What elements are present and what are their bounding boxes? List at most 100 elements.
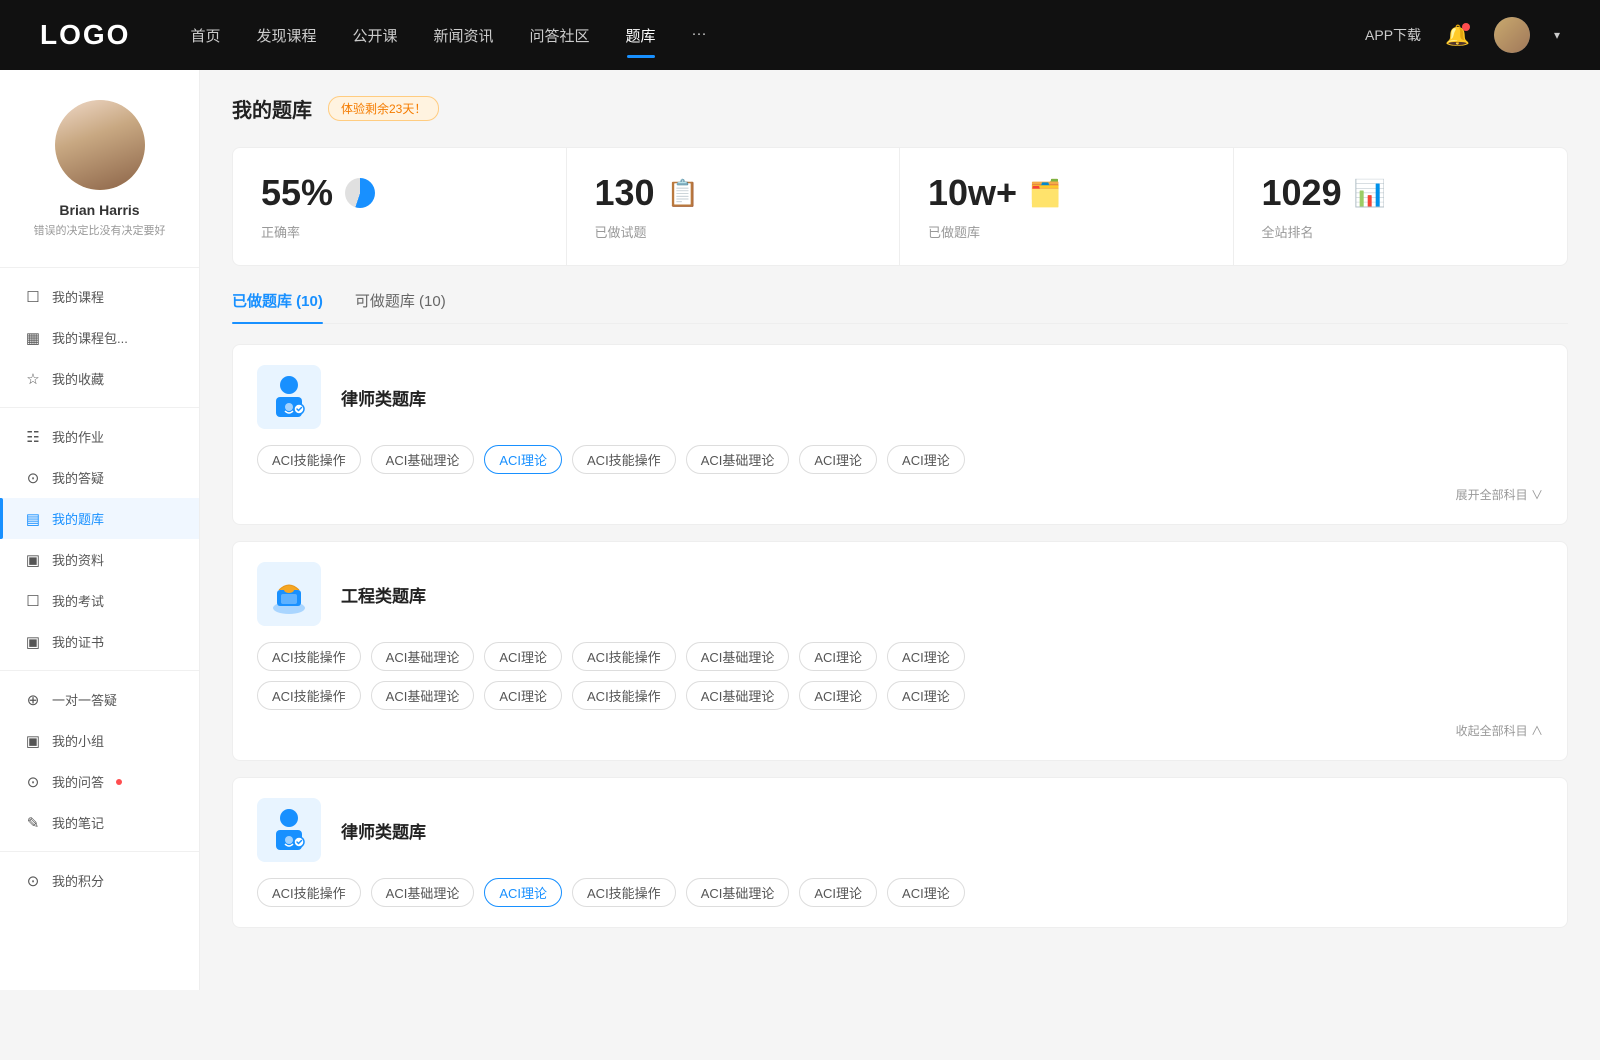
stat-rank-label: 全站排名 — [1262, 222, 1540, 241]
tag-2b-1[interactable]: ACI基础理论 — [371, 681, 475, 710]
lawyer-svg-2 — [269, 808, 309, 852]
qbank-card-lawyer-1: 律师类题库 ACI技能操作 ACI基础理论 ACI理论 ACI技能操作 ACI基… — [232, 344, 1568, 525]
card-footer-1: 展开全部科目 ∨ — [257, 486, 1543, 504]
sidebar-item-course-package[interactable]: ▦ 我的课程包... — [0, 317, 199, 358]
tab-available-banks[interactable]: 可做题库 (10) — [355, 290, 446, 323]
tag-3-5[interactable]: ACI理论 — [799, 878, 877, 907]
tag-2-6[interactable]: ACI理论 — [887, 642, 965, 671]
profile-section: Brian Harris 错误的决定比没有决定要好 — [0, 100, 199, 259]
logo[interactable]: LOGO — [40, 19, 130, 51]
sidebar-item-my-qa[interactable]: ⊙ 我的问答 — [0, 761, 199, 802]
sidebar-item-one-on-one[interactable]: ⊕ 一对一答疑 — [0, 679, 199, 720]
sidebar-item-notes[interactable]: ✎ 我的笔记 — [0, 802, 199, 843]
app-download-button[interactable]: APP下载 — [1365, 25, 1421, 45]
stat-done-b-label: 已做题库 — [928, 222, 1205, 241]
stat-accuracy-label: 正确率 — [261, 222, 538, 241]
homework-icon: ☷ — [24, 428, 42, 446]
qbank-title-2: 工程类题库 — [341, 582, 426, 607]
sidebar-item-certificate[interactable]: ▣ 我的证书 — [0, 621, 199, 662]
stat-done-q-row: 130 📋 — [595, 172, 872, 214]
tag-1-2[interactable]: ACI理论 — [484, 445, 562, 474]
tag-3-4[interactable]: ACI基础理论 — [686, 878, 790, 907]
tag-2-4[interactable]: ACI基础理论 — [686, 642, 790, 671]
tab-done-banks[interactable]: 已做题库 (10) — [232, 290, 323, 323]
tag-1-4[interactable]: ACI基础理论 — [686, 445, 790, 474]
avatar-img — [55, 100, 145, 190]
sidebar-item-points[interactable]: ⊙ 我的积分 — [0, 860, 199, 901]
tag-2b-0[interactable]: ACI技能操作 — [257, 681, 361, 710]
sidebar-divider-1 — [0, 267, 199, 268]
tag-2b-6[interactable]: ACI理论 — [887, 681, 965, 710]
sidebar-item-my-course[interactable]: ☐ 我的课程 — [0, 276, 199, 317]
sidebar-item-favorites[interactable]: ☆ 我的收藏 — [0, 358, 199, 399]
notes-icon: ✎ — [24, 814, 42, 832]
tag-2-2[interactable]: ACI理论 — [484, 642, 562, 671]
page-body: Brian Harris 错误的决定比没有决定要好 ☐ 我的课程 ▦ 我的课程包… — [0, 70, 1600, 990]
sidebar-item-group[interactable]: ▣ 我的小组 — [0, 720, 199, 761]
chart-red-icon: 📊 — [1354, 178, 1386, 209]
answer-icon: ⊙ — [24, 469, 42, 487]
qa-dot — [116, 779, 122, 785]
stat-accuracy-value: 55% — [261, 172, 333, 214]
tag-2-1[interactable]: ACI基础理论 — [371, 642, 475, 671]
tag-2b-4[interactable]: ACI基础理论 — [686, 681, 790, 710]
sidebar-item-question-bank[interactable]: ▤ 我的题库 — [0, 498, 199, 539]
user-menu-arrow[interactable]: ▾ — [1554, 28, 1560, 42]
course-icon: ☐ — [24, 288, 42, 306]
tag-1-6[interactable]: ACI理论 — [887, 445, 965, 474]
tags-row-2a: ACI技能操作 ACI基础理论 ACI理论 ACI技能操作 ACI基础理论 AC… — [257, 642, 1543, 671]
tag-3-0[interactable]: ACI技能操作 — [257, 878, 361, 907]
qbank-card-lawyer-2: 律师类题库 ACI技能操作 ACI基础理论 ACI理论 ACI技能操作 ACI基… — [232, 777, 1568, 928]
tag-1-5[interactable]: ACI理论 — [799, 445, 877, 474]
qbank-header-3: 律师类题库 — [257, 798, 1543, 862]
tag-2b-2[interactable]: ACI理论 — [484, 681, 562, 710]
tag-2-5[interactable]: ACI理论 — [799, 642, 877, 671]
lawyer-icon-wrap-1 — [257, 365, 321, 429]
tag-1-1[interactable]: ACI基础理论 — [371, 445, 475, 474]
doc-orange-icon: 🗂️ — [1029, 178, 1061, 209]
engineer-svg — [267, 572, 311, 616]
tag-3-3[interactable]: ACI技能操作 — [572, 878, 676, 907]
sidebar-item-answers[interactable]: ⊙ 我的答疑 — [0, 457, 199, 498]
qbank-header-1: 律师类题库 — [257, 365, 1543, 429]
nav-link-news[interactable]: 新闻资讯 — [434, 21, 494, 50]
nav-link-question-bank[interactable]: 题库 — [626, 21, 656, 50]
sidebar-item-materials[interactable]: ▣ 我的资料 — [0, 539, 199, 580]
exam-icon: ☐ — [24, 592, 42, 610]
nav-link-qa[interactable]: 问答社区 — [530, 21, 590, 50]
tags-row-2b: ACI技能操作 ACI基础理论 ACI理论 ACI技能操作 ACI基础理论 AC… — [257, 681, 1543, 710]
top-navigation: LOGO 首页 发现课程 公开课 新闻资讯 问答社区 题库 ··· APP下载 … — [0, 0, 1600, 70]
nav-link-more[interactable]: ··· — [692, 21, 707, 50]
qbank-title-3: 律师类题库 — [341, 818, 426, 843]
tag-1-3[interactable]: ACI技能操作 — [572, 445, 676, 474]
sidebar-divider-3 — [0, 670, 199, 671]
tag-2b-3[interactable]: ACI技能操作 — [572, 681, 676, 710]
tag-2-3[interactable]: ACI技能操作 — [572, 642, 676, 671]
lawyer-svg-1 — [269, 375, 309, 419]
user-avatar[interactable] — [1494, 17, 1530, 53]
tag-3-6[interactable]: ACI理论 — [887, 878, 965, 907]
tabs-row: 已做题库 (10) 可做题库 (10) — [232, 290, 1568, 324]
sidebar-item-homework[interactable]: ☷ 我的作业 — [0, 416, 199, 457]
tag-2b-5[interactable]: ACI理论 — [799, 681, 877, 710]
trial-badge: 体验剩余23天！ — [328, 96, 439, 121]
collapse-link-2[interactable]: 收起全部科目 ∧ — [1456, 724, 1543, 738]
nav-link-opencourse[interactable]: 公开课 — [352, 21, 397, 50]
points-icon: ⊙ — [24, 872, 42, 890]
tag-3-2[interactable]: ACI理论 — [484, 878, 562, 907]
notification-bell[interactable]: 🔔 — [1445, 23, 1470, 48]
stat-accuracy: 55% 正确率 — [233, 148, 567, 265]
nav-links: 首页 发现课程 公开课 新闻资讯 问答社区 题库 ··· — [190, 21, 1365, 50]
sidebar-item-exam[interactable]: ☐ 我的考试 — [0, 580, 199, 621]
tag-1-0[interactable]: ACI技能操作 — [257, 445, 361, 474]
stat-ranking: 1029 📊 全站排名 — [1234, 148, 1568, 265]
profile-motto: 错误的决定比没有决定要好 — [20, 224, 179, 239]
stat-done-q-label: 已做试题 — [595, 222, 872, 241]
nav-link-discover[interactable]: 发现课程 — [256, 21, 316, 50]
expand-link-1[interactable]: 展开全部科目 ∨ — [1456, 488, 1543, 502]
qbank-icon: ▤ — [24, 510, 42, 528]
one-on-one-icon: ⊕ — [24, 691, 42, 709]
tag-3-1[interactable]: ACI基础理论 — [371, 878, 475, 907]
tag-2-0[interactable]: ACI技能操作 — [257, 642, 361, 671]
nav-link-home[interactable]: 首页 — [190, 21, 220, 50]
